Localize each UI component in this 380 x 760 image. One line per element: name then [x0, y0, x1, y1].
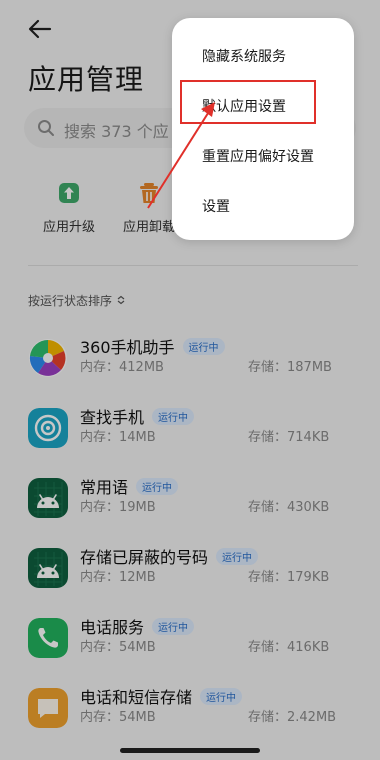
menu-item-reset-app-preferences[interactable]: 重置应用偏好设置 — [202, 146, 314, 166]
popup-menu: 隐藏系统服务 默认应用设置 重置应用偏好设置 设置 — [172, 18, 354, 240]
home-indicator[interactable] — [120, 748, 260, 753]
highlight-box — [180, 80, 316, 124]
menu-item-hide-system-services[interactable]: 隐藏系统服务 — [202, 46, 286, 66]
menu-item-settings[interactable]: 设置 — [202, 196, 230, 216]
